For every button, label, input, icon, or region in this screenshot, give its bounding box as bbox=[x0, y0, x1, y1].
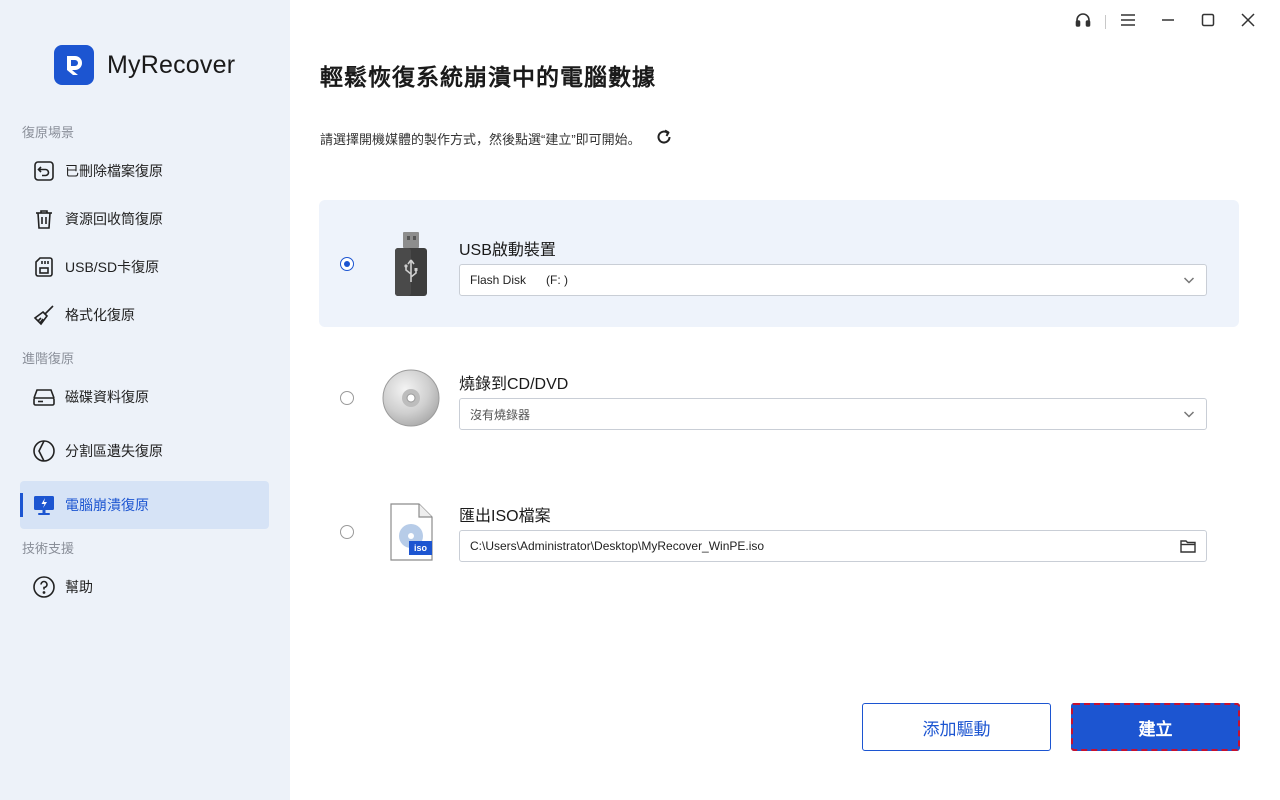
option-title-cd-dvd: 燒錄到CD/DVD bbox=[459, 376, 569, 393]
sidebar-item-label: 已刪除檔案復原 bbox=[65, 163, 163, 179]
page-title: 輕鬆恢復系統崩潰中的電腦數據 bbox=[320, 64, 656, 90]
usb-device-value: Flash Disk (F: ) bbox=[470, 273, 569, 287]
iso-path-value: C:\Users\Administrator\Desktop\MyRecover… bbox=[470, 539, 765, 553]
myrecover-logo-icon bbox=[54, 45, 94, 85]
browse-folder-button[interactable] bbox=[1180, 539, 1196, 556]
sidebar-item-format-recovery[interactable]: 格式化復原 bbox=[20, 291, 269, 339]
section-label-support: 技術支援 bbox=[22, 541, 75, 556]
broom-icon bbox=[32, 303, 56, 327]
chevron-down-icon bbox=[1182, 273, 1196, 287]
close-icon bbox=[1241, 12, 1255, 32]
menu-button[interactable] bbox=[1108, 10, 1148, 34]
sidebar-item-deleted-file-recovery[interactable]: 已刪除檔案復原 bbox=[20, 147, 269, 195]
instruction-text: 請選擇開機媒體的製作方式，然後點選“建立”即可開始。 bbox=[320, 132, 641, 147]
help-icon bbox=[32, 575, 56, 599]
instruction-row: 請選擇開機媒體的製作方式，然後點選“建立”即可開始。 bbox=[320, 128, 673, 149]
radio-iso[interactable] bbox=[340, 525, 354, 539]
sidebar-item-crash-recovery[interactable]: 電腦崩潰復原 bbox=[20, 481, 269, 529]
option-usb-boot-device[interactable]: USB啟動裝置 Flash Disk (F: ) bbox=[319, 200, 1239, 327]
partition-icon bbox=[32, 439, 56, 463]
sidebar-item-help[interactable]: 幫助 bbox=[20, 563, 269, 611]
disc-icon bbox=[382, 369, 440, 432]
sidebar-item-usb-sd-recovery[interactable]: USB/SD卡復原 bbox=[20, 243, 269, 291]
undo-file-icon bbox=[32, 159, 56, 183]
iso-badge-text: iso bbox=[413, 543, 427, 553]
iso-path-field[interactable]: C:\Users\Administrator\Desktop\MyRecover… bbox=[459, 530, 1207, 562]
hard-drive-icon bbox=[32, 385, 56, 409]
section-label-recovery-scenes: 復原場景 bbox=[22, 125, 75, 140]
burner-value: 沒有燒錄器 bbox=[470, 407, 531, 422]
radio-cd-dvd[interactable] bbox=[340, 391, 354, 405]
minimize-button[interactable] bbox=[1148, 10, 1188, 34]
option-title-iso: 匯出ISO檔案 bbox=[459, 508, 551, 525]
close-button[interactable] bbox=[1228, 10, 1268, 34]
app-logo: MyRecover bbox=[54, 45, 235, 85]
sidebar-item-label: 幫助 bbox=[65, 579, 93, 595]
chevron-down-icon bbox=[1182, 407, 1196, 421]
usb-device-select[interactable]: Flash Disk (F: ) bbox=[459, 264, 1207, 296]
crashed-monitor-icon bbox=[32, 493, 56, 517]
sidebar-item-label: 磁碟資料復原 bbox=[65, 389, 149, 405]
usb-drive-icon bbox=[393, 230, 429, 303]
app-name: MyRecover bbox=[107, 50, 236, 79]
maximize-button[interactable] bbox=[1188, 10, 1228, 34]
sidebar-item-label: 資源回收筒復原 bbox=[65, 211, 163, 227]
sidebar-item-recycle-bin-recovery[interactable]: 資源回收筒復原 bbox=[20, 195, 269, 243]
sidebar-item-disk-data-recovery[interactable]: 磁碟資料復原 bbox=[20, 373, 269, 421]
sidebar-item-label: 電腦崩潰復原 bbox=[65, 497, 149, 513]
trash-icon bbox=[32, 207, 56, 231]
refresh-icon bbox=[655, 128, 673, 149]
controls-divider bbox=[1105, 15, 1106, 29]
iso-file-icon: iso bbox=[389, 503, 435, 566]
sidebar-item-label: 分割區遺失復原 bbox=[65, 443, 163, 459]
option-burn-cd-dvd[interactable]: 燒錄到CD/DVD 沒有燒錄器 bbox=[319, 334, 1239, 461]
folder-icon bbox=[1180, 539, 1196, 556]
support-headset-button[interactable] bbox=[1063, 10, 1103, 34]
burner-select[interactable]: 沒有燒錄器 bbox=[459, 398, 1207, 430]
create-button[interactable]: 建立 bbox=[1071, 703, 1240, 751]
add-driver-button[interactable]: 添加驅動 bbox=[862, 703, 1051, 751]
sidebar-item-label: 格式化復原 bbox=[65, 307, 135, 323]
sidebar-item-label: USB/SD卡復原 bbox=[65, 259, 160, 275]
radio-usb[interactable] bbox=[340, 257, 354, 271]
maximize-icon bbox=[1201, 13, 1215, 32]
option-title-usb: USB啟動裝置 bbox=[459, 242, 556, 259]
headset-icon bbox=[1074, 11, 1092, 34]
minimize-icon bbox=[1161, 13, 1175, 32]
sidebar-item-partition-recovery[interactable]: 分割區遺失復原 bbox=[20, 427, 269, 475]
sd-card-icon bbox=[32, 255, 56, 279]
section-label-advanced: 進階復原 bbox=[22, 351, 75, 366]
window-controls bbox=[1063, 10, 1268, 34]
hamburger-menu-icon bbox=[1120, 13, 1136, 32]
sidebar: MyRecover 復原場景 已刪除檔案復原 資源回收筒復原 USB/SD卡復原… bbox=[0, 0, 290, 800]
option-export-iso[interactable]: iso 匯出ISO檔案 C:\Users\Administrator\Deskt… bbox=[319, 468, 1239, 595]
refresh-button[interactable] bbox=[655, 128, 673, 149]
